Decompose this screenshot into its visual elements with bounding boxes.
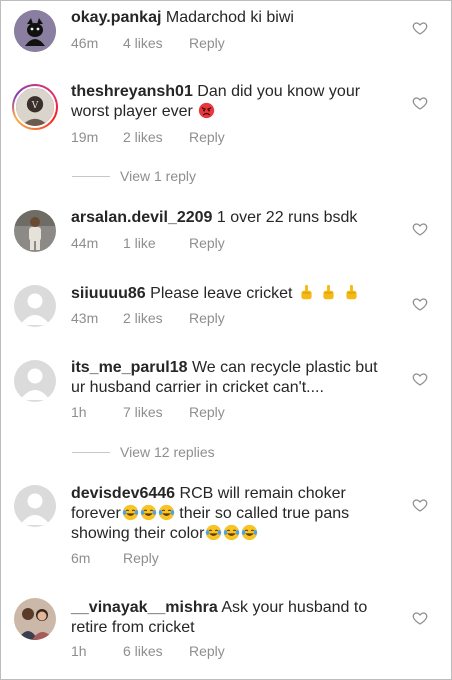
comment-meta: 44m 1 like Reply [71, 235, 225, 251]
comment-text: arsalan.devil_2209 1 over 22 runs bsdk [71, 208, 391, 228]
default-avatar-icon [14, 360, 56, 402]
comment-text: theshreyansh01 Dan did you know your wor… [71, 82, 391, 122]
avatar-image [14, 598, 56, 640]
comment-text: __vinayak__mishra Ask your husband to re… [71, 598, 391, 638]
reply-button[interactable]: Reply [189, 310, 225, 326]
comment-text: siiuuuu86 Please leave cricket [71, 284, 391, 304]
comment-likes[interactable]: 1 like [123, 235, 189, 251]
svg-text:V: V [31, 101, 39, 111]
avatar[interactable] [14, 285, 56, 327]
middle-finger-icon [298, 284, 315, 301]
laughing-tears-icon [205, 524, 222, 541]
like-heart-icon[interactable] [412, 371, 428, 387]
like-heart-icon[interactable] [412, 296, 428, 312]
angry-face-icon [198, 102, 215, 119]
comment-username[interactable]: okay.pankaj [71, 9, 161, 26]
reply-button[interactable]: Reply [189, 404, 225, 420]
comment-time: 6m [71, 550, 91, 566]
divider [72, 175, 110, 177]
default-avatar-icon [14, 285, 56, 327]
comment-meta: 6m Reply [71, 550, 159, 566]
comment-likes[interactable]: 7 likes [123, 404, 189, 420]
view-replies-button[interactable]: View 12 replies [72, 444, 215, 460]
comment-body: Please leave cricket [150, 285, 293, 302]
comment-meta: 1h 6 likes Reply [71, 643, 225, 659]
laughing-tears-icon [241, 524, 258, 541]
comment-time: 1h [71, 404, 87, 420]
avatar[interactable] [14, 485, 56, 527]
laughing-tears-icon [158, 504, 175, 521]
view-replies-label: View 12 replies [120, 444, 215, 460]
comment-text: devisdev6446 RCB will remain choker fore… [71, 484, 381, 544]
avatar[interactable]: V [12, 84, 58, 130]
comment-likes[interactable]: 6 likes [123, 643, 189, 659]
like-heart-icon[interactable] [412, 20, 428, 36]
middle-finger-icon [343, 284, 360, 301]
avatar[interactable] [14, 598, 56, 640]
comment-username[interactable]: its_me_parul18 [71, 359, 188, 376]
comment-username[interactable]: theshreyansh01 [71, 83, 193, 100]
reply-button[interactable]: Reply [189, 129, 225, 145]
comment-meta: 1h 7 likes Reply [71, 404, 225, 420]
comment-username[interactable]: devisdev6446 [71, 485, 175, 502]
reply-button[interactable]: Reply [189, 235, 225, 251]
comment-username[interactable]: __vinayak__mishra [71, 599, 218, 616]
like-heart-icon[interactable] [412, 497, 428, 513]
comment-meta: 46m 4 likes Reply [71, 35, 225, 51]
reply-button[interactable]: Reply [189, 35, 225, 51]
divider [72, 451, 110, 453]
comment-text: its_me_parul18 We can recycle plastic bu… [71, 358, 391, 398]
avatar-image [14, 10, 56, 52]
avatar-image [14, 210, 56, 252]
avatar[interactable] [14, 10, 56, 52]
middle-finger-icon [320, 284, 337, 301]
comment-body: Madarchod ki biwi [165, 9, 294, 26]
laughing-tears-icon [223, 524, 240, 541]
view-replies-button[interactable]: View 1 reply [72, 168, 196, 184]
comment-meta: 43m 2 likes Reply [71, 310, 225, 326]
reply-button[interactable]: Reply [123, 550, 159, 566]
reply-button[interactable]: Reply [189, 643, 225, 659]
view-replies-label: View 1 reply [120, 168, 197, 184]
comment-meta: 19m 2 likes Reply [71, 129, 225, 145]
comment-likes[interactable]: 2 likes [123, 310, 189, 326]
like-heart-icon[interactable] [412, 610, 428, 626]
comment-time: 19m [71, 129, 99, 145]
laughing-tears-icon [122, 504, 139, 521]
avatar[interactable] [14, 210, 56, 252]
like-heart-icon[interactable] [412, 221, 428, 237]
comment-body: 1 over 22 runs bsdk [216, 209, 358, 226]
laughing-tears-icon [140, 504, 157, 521]
like-heart-icon[interactable] [412, 95, 428, 111]
comment-time: 1h [71, 643, 87, 659]
avatar[interactable] [14, 360, 56, 402]
default-avatar-icon [14, 485, 56, 527]
comment-likes[interactable]: 4 likes [123, 35, 189, 51]
comment-username[interactable]: siiuuuu86 [71, 285, 146, 302]
avatar-image: V [16, 88, 54, 126]
comment-time: 46m [71, 35, 99, 51]
comment-username[interactable]: arsalan.devil_2209 [71, 209, 212, 226]
comment-likes[interactable]: 2 likes [123, 129, 189, 145]
comment-time: 44m [71, 235, 99, 251]
comment-time: 43m [71, 310, 99, 326]
comment-text: okay.pankaj Madarchod ki biwi [71, 8, 391, 28]
